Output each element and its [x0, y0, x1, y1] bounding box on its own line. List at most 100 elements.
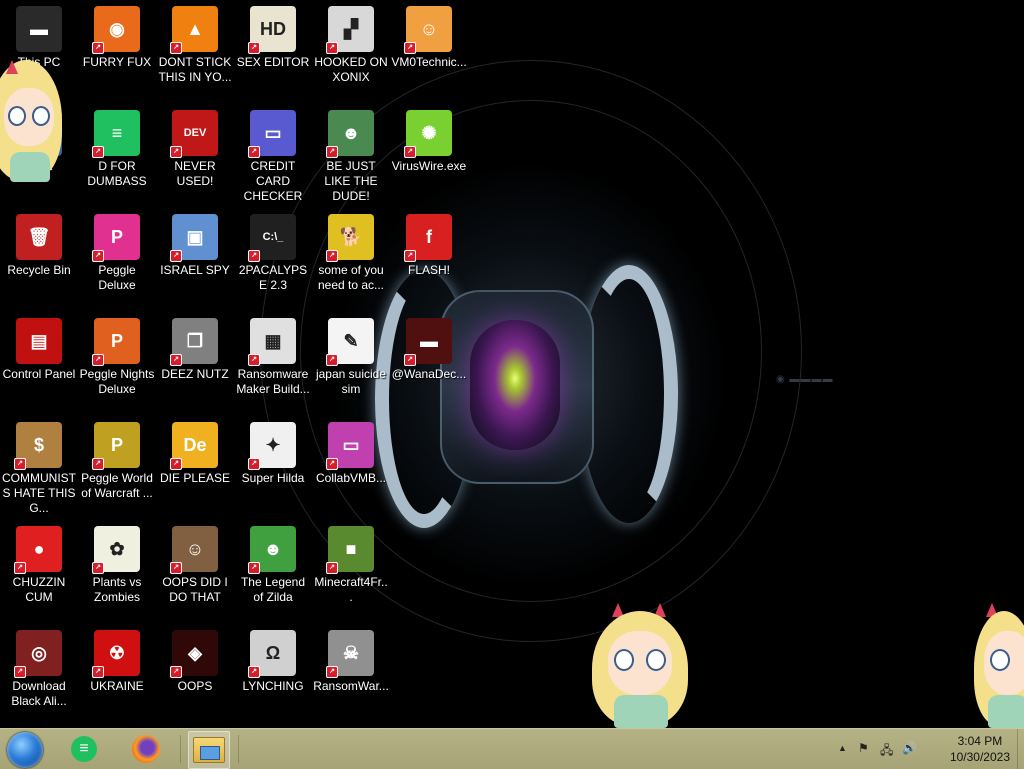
desktop-icon[interactable]: P ↗ Peggle Nights Deluxe [78, 312, 156, 397]
desktop-icon-label: DEEZ NUTZ [161, 367, 229, 381]
show-desktop-button[interactable] [1017, 729, 1024, 769]
desktop-icon[interactable]: P ↗ Peggle Deluxe [78, 208, 156, 293]
desktop-icon[interactable]: ≡ ↗ D FOR DUMBASS [78, 104, 156, 189]
taskbar-file-explorer[interactable] [188, 731, 230, 769]
icon-glyph: ☻ [263, 538, 283, 559]
shortcut-arrow-icon: ↗ [404, 42, 416, 54]
icon-glyph: ☺ [185, 538, 205, 559]
desktop-icon[interactable]: ◉ ↗ FURRY FUX [78, 0, 156, 70]
recycle-bin-icon: 🗑 [16, 214, 62, 260]
desktop-icon-label: Control Panel [2, 367, 76, 381]
desktop-icon[interactable]: ▣ ↗ ISRAEL SPY [156, 208, 234, 278]
shortcut-arrow-icon: ↗ [170, 458, 182, 470]
desktop-icon[interactable]: 🗑 Recycle Bin [0, 208, 78, 278]
desktop-icon-label: NEVER USED! [174, 159, 216, 188]
desktop-icon[interactable]: 🐕 ↗ some of you need to ac... [312, 208, 390, 293]
icon-glyph: ☠ [342, 642, 360, 663]
desktop-icon[interactable]: f ↗ FLASH! [390, 208, 468, 278]
desktop-icon[interactable]: ✿ ↗ Plants vs Zombies [78, 520, 156, 605]
action-center-flag-icon[interactable]: ⚑ [858, 741, 869, 755]
desktop-icon[interactable]: ☻ ↗ The Legend of Zilda [234, 520, 312, 605]
icon-glyph: P [110, 434, 123, 455]
firefox-icon [132, 735, 160, 763]
desktop-icon[interactable]: ✺ ↗ VirusWire.exe [390, 104, 468, 174]
show-hidden-icons-chevron-icon[interactable]: ▲ [838, 743, 847, 753]
desktop-icon[interactable]: ☺ ↗ VM0Technic... [390, 0, 468, 70]
desktop-icon[interactable]: ▭ ↗ CREDIT CARD CHECKER [234, 104, 312, 204]
desktop-icon[interactable]: De ↗ DIE PLEASE [156, 416, 234, 486]
desktop-icon[interactable]: ☠ ↗ RansomWar... [312, 624, 390, 694]
desktop[interactable]: ◉ ▬▬▬▬ ▬ This PC ◉ ↗ FURRY FUX ▲ ↗ DONT STICK T… [0, 0, 1024, 728]
zelda-icon: ☻ ↗ [248, 526, 296, 574]
alien-head-icon: ◈ ↗ [170, 630, 218, 678]
desktop-icon[interactable]: C:\_ ↗ 2PACALYPSE 2.3 [234, 208, 312, 293]
icon-glyph: ▭ [264, 122, 282, 143]
desktop-icon[interactable]: ▭ ↗ CollabVMB... [312, 416, 390, 486]
shortcut-arrow-icon: ↗ [248, 42, 260, 54]
clock[interactable]: 3:04 PM 10/30/2023 [950, 733, 1010, 765]
icon-glyph: ▣ [186, 226, 204, 247]
desktop-icon[interactable]: ▲ ↗ DONT STICK THIS IN YO... [156, 0, 234, 85]
shortcut-arrow-icon: ↗ [92, 42, 104, 54]
taskbar: ≡ ▲ ⚑ 🖧 🔊 3:04 PM 10/30/2023 [0, 728, 1024, 769]
icon-glyph: Ω [265, 642, 281, 663]
desktop-icon[interactable]: Ω ↗ LYNCHING [234, 624, 312, 694]
network-spy-icon: ▣ ↗ [170, 214, 218, 262]
icon-glyph: ◈ [188, 642, 202, 663]
desktop-icon[interactable]: ✦ ↗ Super Hilda [234, 416, 312, 486]
icon-glyph: ◎ [31, 642, 47, 663]
shortcut-arrow-icon: ↗ [170, 146, 182, 158]
skull-icon: ☠ ↗ [326, 630, 374, 678]
icon-glyph: ✎ [343, 330, 359, 351]
shortcut-arrow-icon: ↗ [92, 458, 104, 470]
desktop-icon[interactable]: ☺ ↗ OOPS DID I DO THAT [156, 520, 234, 605]
icon-glyph: ▬ [30, 18, 48, 39]
desktop-icon[interactable]: ● ↗ CHUZZIN CUM [0, 520, 78, 605]
star-sticker-bottom-right [970, 603, 1024, 728]
desktop-icon[interactable]: ▬ ↗ @WanaDec... [390, 312, 468, 382]
dev-cpp-icon: DEV ↗ [170, 110, 218, 158]
desktop-icon[interactable]: ☢ ↗ UKRAINE [78, 624, 156, 694]
taskbar-pinned-firefox[interactable] [126, 731, 166, 767]
shortcut-arrow-icon: ↗ [14, 666, 26, 678]
desktop-icon[interactable]: ■ ↗ Minecraft4Fr... [312, 520, 390, 605]
clock-time: 3:04 PM [957, 734, 1003, 748]
desktop-icon-label: HOOKED ON XONIX [314, 55, 388, 84]
monitor-icon: ▭ ↗ [326, 422, 374, 470]
desktop-icon[interactable]: ◈ ↗ OOPS [156, 624, 234, 694]
pixel-character-icon: ✦ ↗ [248, 422, 296, 470]
icon-glyph: ≡ [111, 122, 123, 143]
icon-glyph: ☢ [108, 642, 126, 663]
minecraft-block-icon: ■ ↗ [326, 526, 374, 574]
desktop-icon-label: @WanaDec... [391, 367, 467, 381]
desktop-icon[interactable]: ▞ ↗ HOOKED ON XONIX [312, 0, 390, 85]
taskbar-pinned-chat[interactable]: ≡ [64, 731, 104, 767]
shortcut-arrow-icon: ↗ [326, 562, 338, 574]
desktop-icon[interactable]: $ ↗ COMMUNISTS HATE THIS G... [0, 416, 78, 516]
shortcut-arrow-icon: ↗ [170, 562, 182, 574]
desktop-icon-label: COMMUNISTS HATE THIS G... [2, 471, 76, 515]
shortcut-arrow-icon: ↗ [14, 458, 26, 470]
shortcut-arrow-icon: ↗ [92, 562, 104, 574]
xonix-game-icon: ▞ ↗ [326, 6, 374, 54]
start-button[interactable] [7, 732, 43, 768]
icon-glyph: ● [33, 538, 45, 559]
icon-glyph: ▭ [342, 434, 360, 455]
money-bag-icon: $ ↗ [14, 422, 62, 470]
flower-icon: ✿ ↗ [92, 526, 140, 574]
volume-icon[interactable]: 🔊 [902, 741, 917, 755]
shortcut-arrow-icon: ↗ [248, 250, 260, 262]
desktop-icon[interactable]: ☻ ↗ BE JUST LIKE THE DUDE! [312, 104, 390, 204]
firefox-icon: ◉ ↗ [92, 6, 140, 54]
desktop-icon[interactable]: ▤ Control Panel [0, 312, 78, 382]
desktop-icon[interactable]: ▦ ↗ Ransomware Maker Build... [234, 312, 312, 397]
desktop-icon[interactable]: P ↗ Peggle World of Warcraft ... [78, 416, 156, 501]
desktop-icon[interactable]: ✎ ↗ japan suicide sim [312, 312, 390, 397]
desktop-icon[interactable]: HD ↗ SEX EDITOR [234, 0, 312, 70]
desktop-icon[interactable]: ❐ ↗ DEEZ NUTZ [156, 312, 234, 382]
desktop-icon[interactable]: ◎ ↗ Download Black Ali... [0, 624, 78, 709]
icon-glyph: ▤ [30, 330, 48, 351]
desktop-icon[interactable]: DEV ↗ NEVER USED! [156, 104, 234, 189]
network-icon[interactable]: 🖧 [880, 741, 893, 762]
document-icon: ✎ ↗ [326, 318, 374, 366]
